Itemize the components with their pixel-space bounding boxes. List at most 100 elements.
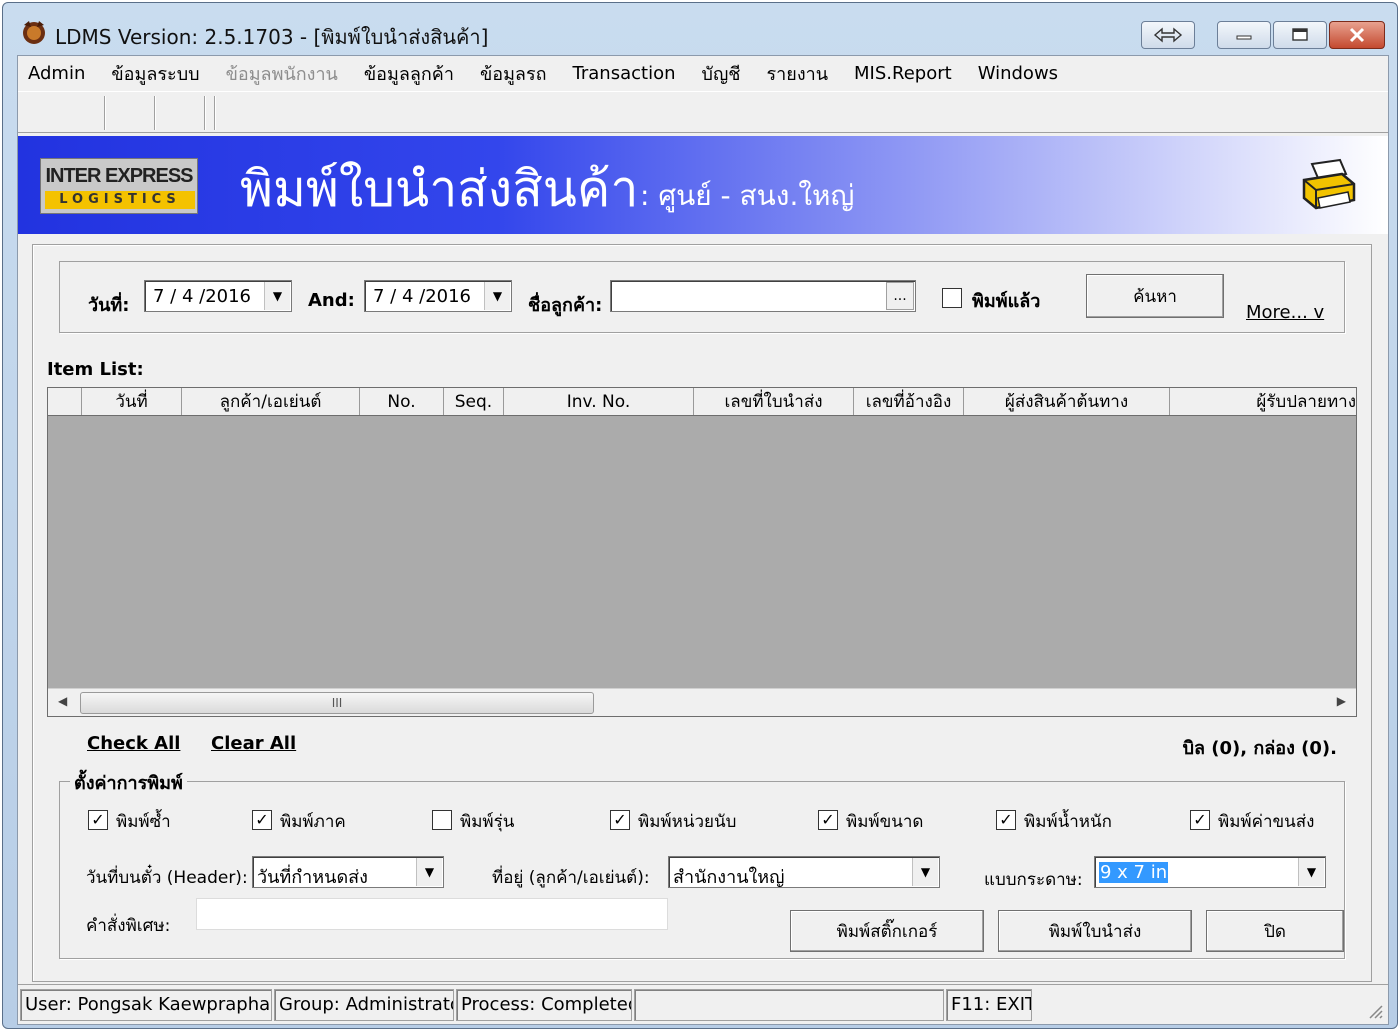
column-header[interactable] — [48, 388, 82, 415]
menu-item[interactable]: Admin — [28, 63, 85, 84]
scroll-thumb[interactable]: III — [80, 692, 594, 714]
date-to-picker[interactable]: 7 / 4 /2016 ▼ — [364, 280, 512, 312]
column-header[interactable]: No. — [360, 388, 444, 415]
print-delivery-note-button[interactable]: พิมพ์ใบนำส่ง — [998, 910, 1192, 952]
status-bar: User: Pongsak Kaewpraphan Group: Adminis… — [18, 984, 1388, 1024]
column-header[interactable]: Seq. — [444, 388, 504, 415]
print-settings-group: ตั้งค่าการพิมพ์ ✓ พิมพ์ซ้ำ ✓ พิมพ์ภาค พิมพ์ร… — [59, 768, 1345, 959]
print-settings-legend: ตั้งค่าการพิมพ์ — [70, 768, 187, 797]
close-icon — [1349, 27, 1365, 43]
clear-all-link[interactable]: Clear All — [211, 733, 296, 754]
column-header[interactable]: Inv. No. — [504, 388, 694, 415]
dropdown-arrow-icon[interactable]: ▼ — [264, 282, 290, 310]
date-from-picker[interactable]: 7 / 4 /2016 ▼ — [144, 280, 292, 312]
print-option-checkbox[interactable]: ✓ — [1190, 810, 1210, 830]
dropdown-arrow-icon[interactable]: ▼ — [416, 858, 442, 886]
header-date-label: วันที่บนตั๋ว (Header): — [86, 868, 248, 888]
header-date-value: วันที่กำหนดส่ง — [257, 867, 368, 888]
paper-value: 9 x 7 in — [1099, 862, 1169, 883]
scroll-left-icon[interactable]: ◀ — [58, 694, 67, 708]
browse-customer-button[interactable]: ... — [886, 282, 914, 310]
date-to-value: 7 / 4 /2016 — [373, 286, 472, 307]
scroll-right-icon[interactable]: ▶ — [1337, 694, 1346, 708]
menu-bar: Admin ข้อมูลระบบ ข้อมูลพนักงาน ข้อมูลลูกค้า… — [18, 56, 1388, 90]
check-all-link[interactable]: Check All — [87, 733, 180, 754]
maximize-button[interactable] — [1273, 21, 1327, 49]
dropdown-arrow-icon[interactable]: ▼ — [912, 858, 938, 886]
menu-item[interactable]: ข้อมูลพนักงาน — [226, 59, 338, 88]
print-option-label: พิมพ์ภาค — [280, 812, 346, 832]
column-header[interactable]: วันที่ — [82, 388, 182, 415]
client-area: Admin ข้อมูลระบบ ข้อมูลพนักงาน ข้อมูลลูกค้า… — [17, 55, 1389, 1025]
status-process: Process: Completed. — [456, 989, 632, 1021]
column-header[interactable]: ผู้รับปลายทาง — [1170, 388, 1356, 415]
minimize-icon — [1236, 35, 1252, 40]
print-option-checkbox[interactable]: ✓ — [996, 810, 1016, 830]
page-subtitle: : ศูนย์ - สนง.ใหญ่ — [640, 179, 855, 212]
column-header[interactable]: เลขที่ใบนำส่ง — [694, 388, 854, 415]
column-header[interactable]: เลขที่อ้างอิง — [854, 388, 964, 415]
column-header[interactable]: ผู้ส่งสินค้าต้นทาง — [964, 388, 1170, 415]
search-group: วันที่: 7 / 4 /2016 ▼ And: 7 / 4 /2016 ▼… — [59, 261, 1345, 333]
print-option-checkbox[interactable]: ✓ — [610, 810, 630, 830]
menu-item[interactable]: Windows — [978, 63, 1058, 84]
double-arrow-icon — [1153, 27, 1183, 43]
menu-item[interactable]: บัญชี — [702, 59, 741, 88]
printed-checkbox[interactable] — [942, 288, 962, 308]
status-empty — [634, 989, 944, 1021]
close-window-button[interactable] — [1329, 21, 1385, 49]
menu-item[interactable]: ข้อมูลระบบ — [111, 59, 199, 88]
status-user: User: Pongsak Kaewpraphan — [20, 989, 272, 1021]
print-option-checkbox[interactable]: ✓ — [88, 810, 108, 830]
toolbar — [18, 91, 1388, 133]
customer-field[interactable]: ... — [610, 280, 916, 312]
print-option-label: พิมพ์น้ำหนัก — [1024, 812, 1112, 832]
horizontal-scrollbar[interactable]: ◀ III ▶ — [48, 688, 1356, 716]
window-title: LDMS Version: 2.5.1703 - [พิมพ์ใบนำส่งสิ… — [55, 25, 489, 49]
print-sticker-button[interactable]: พิมพ์สติ๊กเกอร์ — [790, 910, 984, 952]
column-header[interactable]: ลูกค้า/เอเย่นต์ — [182, 388, 360, 415]
print-option-checkbox[interactable]: ✓ — [252, 810, 272, 830]
print-option-label: พิมพ์ค่าขนส่ง — [1218, 812, 1315, 832]
address-value: สำนักงานใหญ่ — [673, 867, 785, 888]
status-exit-hint: F11: EXIT — [946, 989, 1032, 1021]
resize-grip-icon[interactable] — [1366, 1002, 1384, 1020]
address-label: ที่อยู่ (ลูกค้า/เอเย่นต์): — [492, 868, 650, 888]
menu-item[interactable]: ข้อมูลรถ — [480, 59, 547, 88]
search-button[interactable]: ค้นหา — [1086, 274, 1224, 318]
dropdown-arrow-icon[interactable]: ▼ — [484, 282, 510, 310]
address-select[interactable]: สำนักงานใหญ่ ▼ — [668, 856, 940, 888]
more-link[interactable]: More... v — [1246, 302, 1324, 323]
date-to-label: And: — [308, 290, 355, 311]
restore-layout-button[interactable] — [1141, 21, 1195, 49]
menu-item[interactable]: Transaction — [573, 63, 676, 84]
menu-item[interactable]: ข้อมูลลูกค้า — [364, 59, 454, 88]
grid-header: วันที่ ลูกค้า/เอเย่นต์ No. Seq. Inv. No. เลขท… — [48, 388, 1356, 416]
main-panel: วันที่: 7 / 4 /2016 ▼ And: 7 / 4 /2016 ▼… — [32, 244, 1372, 982]
item-list-grid[interactable]: วันที่ ลูกค้า/เอเย่นต์ No. Seq. Inv. No. เลขท… — [47, 387, 1357, 717]
paper-label: แบบกระดาษ: — [984, 870, 1083, 890]
logo-text: INTER EXPRESS — [45, 165, 193, 187]
page-banner: INTER EXPRESS LOGISTICS พิมพ์ใบนำส่งสินค… — [18, 136, 1388, 234]
customer-label: ชื่อลูกค้า: — [528, 295, 603, 316]
special-instruction-field[interactable] — [196, 898, 668, 930]
print-option-label: พิมพ์รุ่น — [460, 812, 515, 832]
title-bar[interactable]: LDMS Version: 2.5.1703 - [พิมพ์ใบนำส่งสิ… — [3, 3, 1397, 55]
toolbar-separator — [154, 96, 156, 130]
printed-label: พิมพ์แล้ว — [972, 291, 1041, 312]
close-button[interactable]: ปิด — [1206, 910, 1344, 952]
dropdown-arrow-icon[interactable]: ▼ — [1298, 858, 1324, 886]
print-option-checkbox[interactable] — [432, 810, 452, 830]
paper-select[interactable]: 9 x 7 in ▼ — [1094, 856, 1326, 888]
date-from-label: วันที่: — [88, 295, 130, 316]
menu-item[interactable]: รายงาน — [767, 59, 829, 88]
toolbar-separator — [204, 96, 206, 130]
print-option-checkbox[interactable]: ✓ — [818, 810, 838, 830]
menu-item[interactable]: MIS.Report — [854, 63, 952, 84]
minimize-button[interactable] — [1217, 21, 1271, 49]
maximize-icon — [1292, 28, 1308, 41]
print-option-label: พิมพ์ขนาด — [846, 812, 924, 832]
app-window: LDMS Version: 2.5.1703 - [พิมพ์ใบนำส่งสิ… — [2, 2, 1398, 1029]
date-from-value: 7 / 4 /2016 — [153, 286, 252, 307]
header-date-select[interactable]: วันที่กำหนดส่ง ▼ — [252, 856, 444, 888]
